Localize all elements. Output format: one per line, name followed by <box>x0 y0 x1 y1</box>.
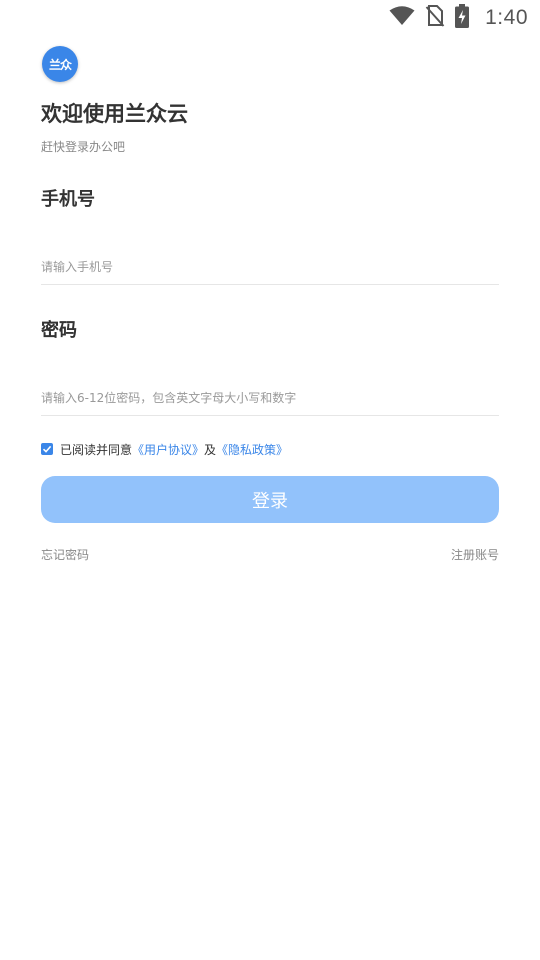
agreement-checkbox[interactable] <box>41 443 53 455</box>
login-button[interactable]: 登录 <box>41 476 499 523</box>
status-bar: 1:40 <box>0 0 540 36</box>
password-label: 密码 <box>41 320 77 341</box>
agreement-and: 及 <box>204 442 217 457</box>
battery-charging-icon <box>455 4 470 32</box>
app-logo: 兰众 <box>42 46 78 82</box>
privacy-policy-link[interactable]: 《隐私政策》 <box>216 441 288 458</box>
status-time: 1:40 <box>485 6 528 29</box>
password-input[interactable] <box>41 381 499 416</box>
forgot-password-link[interactable]: 忘记密码 <box>41 546 89 563</box>
no-sim-icon <box>425 5 445 31</box>
checkmark-icon <box>42 445 52 453</box>
status-icons: 1:40 <box>389 4 528 32</box>
page-subtitle: 赶快登录办公吧 <box>41 140 126 154</box>
phone-input[interactable] <box>41 250 499 285</box>
agreement-prefix: 已阅读并同意 <box>60 442 133 457</box>
user-agreement-link[interactable]: 《用户协议》 <box>132 441 204 458</box>
wifi-icon <box>389 6 415 30</box>
page-title: 欢迎使用兰众云 <box>41 102 188 126</box>
register-link[interactable]: 注册账号 <box>451 546 499 563</box>
login-screen: 1:40 兰众 欢迎使用兰众云 赶快登录办公吧 手机号 密码 已阅读并同意 《用… <box>0 0 540 960</box>
phone-label: 手机号 <box>41 189 95 210</box>
agreement-row: 已阅读并同意 《用户协议》 及 《隐私政策》 <box>41 440 288 458</box>
